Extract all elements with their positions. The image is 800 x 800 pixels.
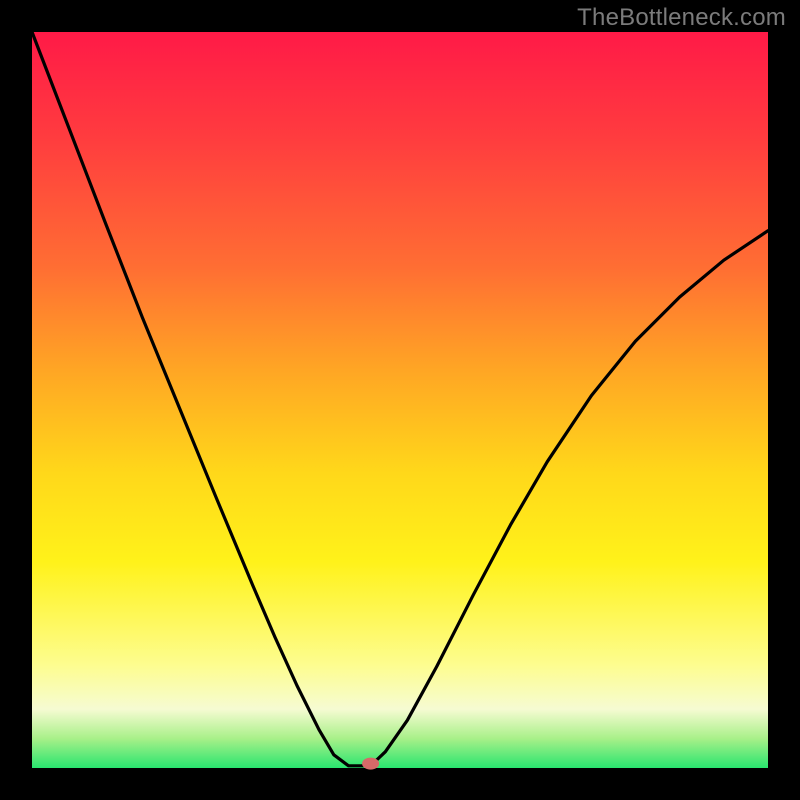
curve-svg — [32, 32, 768, 768]
bottleneck-curve — [32, 32, 768, 766]
chart-frame: TheBottleneck.com — [0, 0, 800, 800]
plot-area — [32, 32, 768, 768]
minimum-marker — [363, 758, 379, 769]
watermark-text: TheBottleneck.com — [577, 4, 786, 32]
